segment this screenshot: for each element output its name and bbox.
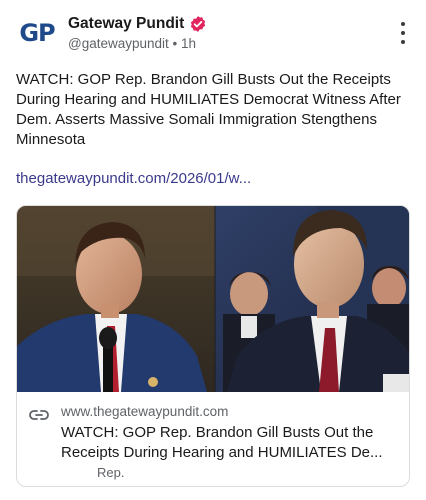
card-domain: www.thegatewaypundit.com <box>61 404 229 419</box>
post-time[interactable]: 1h <box>181 36 196 51</box>
avatar[interactable]: GP <box>16 12 58 54</box>
card-title-line2: Receipts During Hearing and HUMILIATES D… <box>61 444 383 461</box>
gateway-pundit-logo: GP <box>19 19 56 47</box>
post-link[interactable]: thegatewaypundit.com/2026/01/w... <box>16 170 251 187</box>
hearing-photo <box>17 206 409 392</box>
card-subtext: Rep. <box>97 465 125 480</box>
card-footer[interactable]: www.thegatewaypundit.com WATCH: GOP Rep.… <box>17 392 409 486</box>
handle-row: @gatewaypundit • 1h <box>68 36 196 51</box>
verified-badge-icon <box>189 15 207 33</box>
link-icon <box>29 408 49 420</box>
logo-letter-p: P <box>38 19 56 47</box>
logo-letter-g: G <box>19 19 39 47</box>
card-title-line1: WATCH: GOP Rep. Brandon Gill Busts Out t… <box>61 424 374 441</box>
card-image[interactable] <box>17 206 409 392</box>
name-row: Gateway Pundit <box>68 15 207 33</box>
separator-dot: • <box>172 36 178 51</box>
link-preview-card[interactable]: www.thegatewaypundit.com WATCH: GOP Rep.… <box>16 205 410 487</box>
author-handle[interactable]: @gatewaypundit <box>68 36 169 51</box>
post-header: GP Gateway Pundit @gatewaypundit • 1h <box>16 12 410 56</box>
post-text: WATCH: GOP Rep. Brandon Gill Busts Out t… <box>16 71 401 148</box>
card-title: WATCH: GOP Rep. Brandon Gill Busts Out t… <box>61 423 403 463</box>
author-name[interactable]: Gateway Pundit <box>68 15 184 33</box>
more-vertical-icon[interactable] <box>400 22 406 44</box>
